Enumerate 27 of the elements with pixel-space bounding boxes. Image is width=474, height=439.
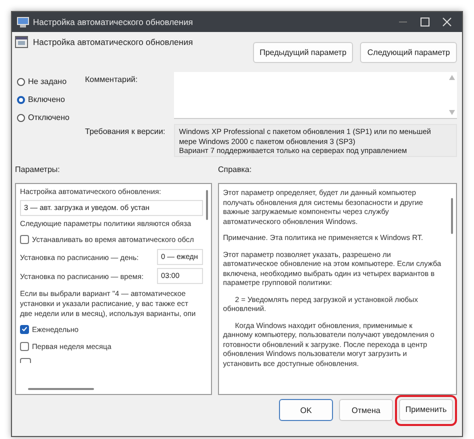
dialog-button[interactable]: Отмена xyxy=(339,399,393,421)
checkbox[interactable] xyxy=(20,342,29,350)
nav-button[interactable]: Следующий параметр xyxy=(360,42,457,63)
dialog-button[interactable]: OK xyxy=(279,399,333,421)
radio-icon[interactable] xyxy=(17,114,25,122)
checkbox[interactable] xyxy=(20,234,29,244)
nav-button[interactable]: Предыдущий параметр xyxy=(252,42,354,63)
help-label: Справка: xyxy=(218,165,253,175)
radio-icon[interactable] xyxy=(17,96,25,104)
scrollbar-thumb[interactable] xyxy=(28,388,94,390)
requirements-label: Требования к версии: xyxy=(85,126,166,138)
checkbox[interactable] xyxy=(20,324,29,334)
window-title: Настройка автоматического обновления xyxy=(33,17,193,27)
scrollbar-thumb[interactable] xyxy=(451,198,453,234)
dialog-button[interactable]: Применить xyxy=(399,398,453,420)
radio-icon[interactable] xyxy=(17,78,25,86)
computer-icon xyxy=(17,16,29,28)
radio-option[interactable]: Включено xyxy=(17,93,85,106)
maximize-icon[interactable] xyxy=(420,17,430,27)
radio-option[interactable]: Не задано xyxy=(17,75,85,88)
setting-title: Настройка автоматического обновления xyxy=(33,37,193,47)
scrollbar-thumb[interactable] xyxy=(206,190,208,220)
close-icon[interactable] xyxy=(442,17,452,27)
comment-label: Комментарий: xyxy=(85,74,139,86)
radio-option[interactable]: Отключено xyxy=(17,111,85,124)
policy-icon xyxy=(15,36,28,48)
options-label: Параметры: xyxy=(15,165,61,175)
